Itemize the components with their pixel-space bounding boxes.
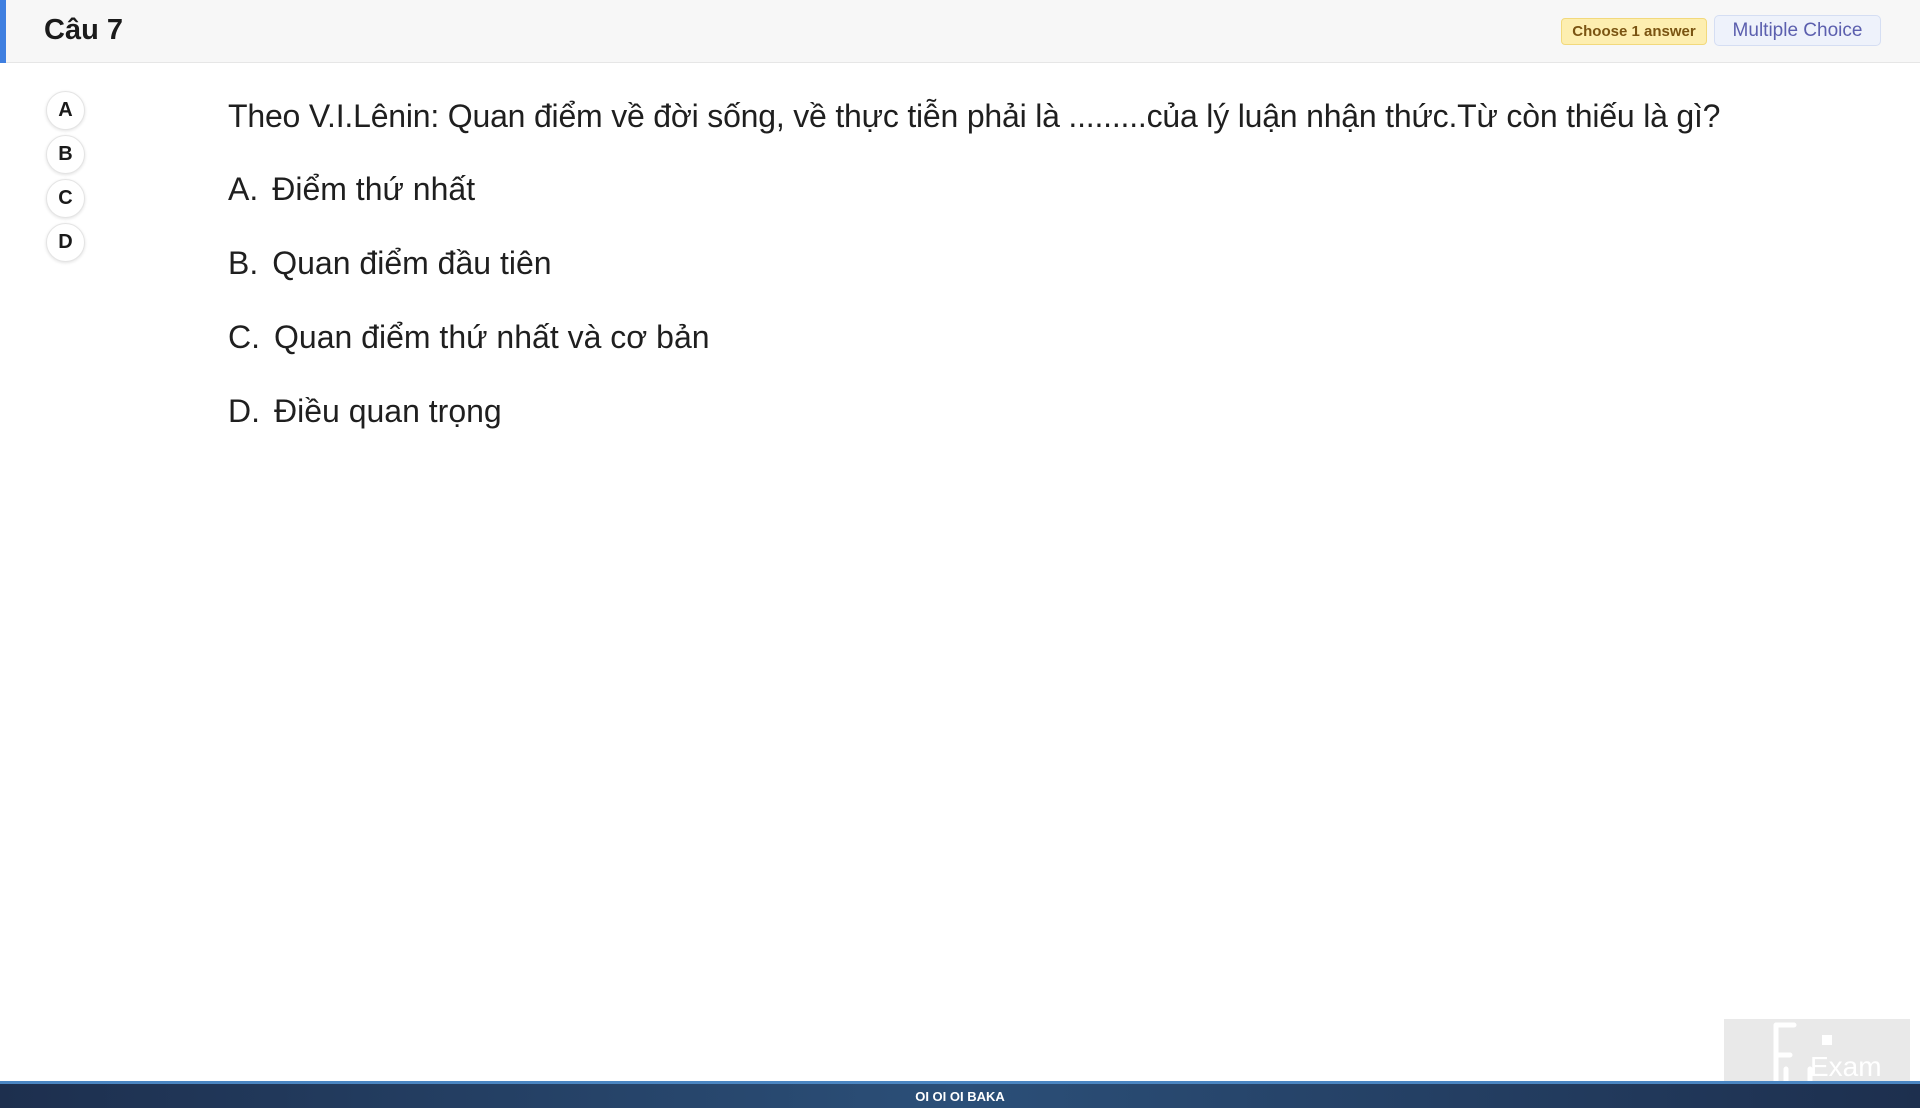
question-header: Câu 7 Choose 1 answer Multiple Choice: [0, 0, 1920, 63]
option-text: Quan điểm thứ nhất và cơ bản: [274, 319, 710, 355]
answer-button-a[interactable]: A: [46, 91, 85, 130]
footer-bar: OI OI OI BAKA: [0, 1081, 1920, 1108]
option-letter: B.: [228, 245, 259, 281]
header-accent-bar: [0, 0, 6, 63]
option-text: Điểm thứ nhất: [272, 171, 476, 207]
option-letter: A.: [228, 171, 259, 207]
answer-button-b[interactable]: B: [46, 135, 85, 174]
option-letter: D.: [228, 393, 260, 429]
option-d: D. Điều quan trọng: [228, 392, 502, 430]
answer-button-c[interactable]: C: [46, 179, 85, 218]
question-type-badge: Multiple Choice: [1714, 15, 1881, 46]
question-text: Theo V.I.Lênin: Quan điểm về đời sống, v…: [228, 98, 1721, 134]
option-c: C. Quan điểm thứ nhất và cơ bản: [228, 318, 710, 356]
logo-text: Exam: [1810, 1051, 1882, 1082]
choose-count-badge: Choose 1 answer: [1561, 18, 1707, 45]
option-b: B. Quan điểm đầu tiên: [228, 244, 552, 282]
answer-button-d[interactable]: D: [46, 223, 85, 262]
option-text: Quan điểm đầu tiên: [272, 245, 552, 281]
option-text: Điều quan trọng: [274, 393, 502, 429]
option-letter: C.: [228, 319, 260, 355]
question-number-title: Câu 7: [44, 14, 123, 46]
footer-text: OI OI OI BAKA: [915, 1089, 1005, 1104]
option-a: A. Điểm thứ nhất: [228, 170, 475, 208]
